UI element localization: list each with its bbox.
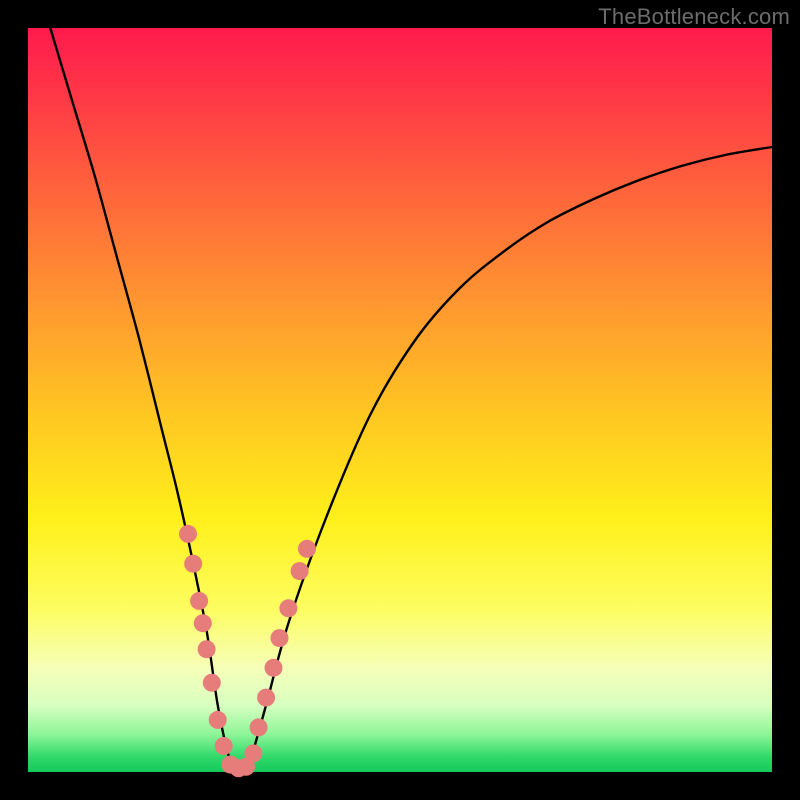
highlight-dot bbox=[265, 659, 283, 677]
highlight-dot bbox=[179, 525, 197, 543]
highlight-dot bbox=[298, 540, 316, 558]
highlight-dot bbox=[215, 737, 233, 755]
curve-layer bbox=[28, 28, 772, 772]
highlight-dot bbox=[244, 744, 262, 762]
highlight-dots bbox=[179, 525, 316, 777]
highlight-dot bbox=[194, 614, 212, 632]
highlight-dot bbox=[250, 718, 268, 736]
highlight-dot bbox=[184, 555, 202, 573]
watermark-text: TheBottleneck.com bbox=[598, 4, 790, 30]
bottleneck-curve bbox=[50, 28, 772, 774]
highlight-dot bbox=[291, 562, 309, 580]
highlight-dot bbox=[257, 689, 275, 707]
highlight-dot bbox=[279, 599, 297, 617]
highlight-dot bbox=[209, 711, 227, 729]
highlight-dot bbox=[271, 629, 289, 647]
highlight-dot bbox=[203, 674, 221, 692]
highlight-dot bbox=[190, 592, 208, 610]
outer-frame: TheBottleneck.com bbox=[0, 0, 800, 800]
highlight-dot bbox=[198, 640, 216, 658]
plot-area bbox=[28, 28, 772, 772]
